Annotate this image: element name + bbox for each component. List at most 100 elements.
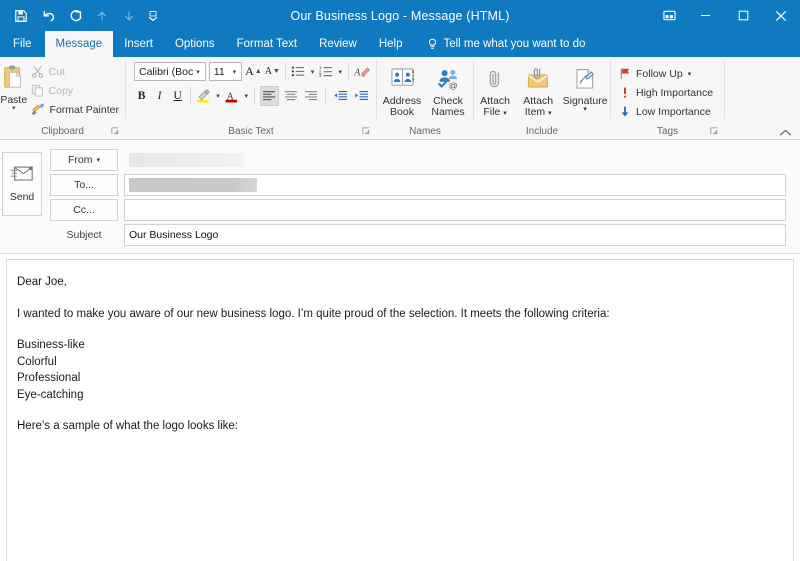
tab-file-label: File bbox=[13, 38, 32, 50]
to-input[interactable] bbox=[124, 174, 786, 196]
message-body[interactable]: Dear Joe, I wanted to make you aware of … bbox=[6, 259, 794, 561]
to-row: To... bbox=[44, 174, 786, 196]
bold-button[interactable]: B bbox=[134, 86, 149, 106]
text-highlight-color-button[interactable] bbox=[196, 86, 211, 106]
increase-indent-button[interactable] bbox=[352, 86, 370, 106]
chevron-down-icon[interactable]: ▾ bbox=[96, 156, 100, 164]
tab-file[interactable]: File bbox=[0, 31, 45, 57]
criteria-item: Colorful bbox=[17, 354, 781, 371]
address-book-button[interactable]: Address Book bbox=[380, 63, 424, 118]
customize-quick-access-toolbar-icon[interactable] bbox=[143, 4, 163, 28]
shrink-font-button[interactable]: A▼ bbox=[265, 62, 280, 82]
paste-caret[interactable]: ▾ bbox=[12, 106, 16, 112]
undo-icon[interactable] bbox=[35, 4, 61, 28]
signature-icon bbox=[573, 67, 597, 94]
collapse-ribbon-button[interactable] bbox=[779, 128, 792, 138]
align-left-button[interactable] bbox=[260, 86, 279, 106]
signature-button[interactable]: Signature ▾ bbox=[560, 63, 610, 113]
clear-formatting-button[interactable]: A bbox=[354, 62, 370, 82]
to-redacted-value bbox=[129, 178, 257, 192]
underline-button[interactable]: U bbox=[170, 86, 185, 106]
tell-me-search[interactable]: Tell me what you want to do bbox=[413, 31, 595, 57]
decrease-indent-button[interactable] bbox=[331, 86, 349, 106]
chevron-down-icon[interactable]: ▾ bbox=[193, 68, 203, 76]
clipboard-group-label: Clipboard bbox=[0, 124, 125, 139]
from-input[interactable] bbox=[124, 149, 786, 171]
minimize-icon[interactable] bbox=[686, 0, 724, 31]
arrow-up-icon[interactable] bbox=[89, 4, 115, 28]
numbering-button[interactable]: 123 bbox=[318, 62, 333, 82]
follow-up-button[interactable]: Follow Up ▾ bbox=[616, 64, 719, 83]
from-row: From ▾ bbox=[44, 149, 786, 171]
toolbar-divider bbox=[254, 87, 255, 104]
high-importance-button[interactable]: High Importance bbox=[616, 83, 719, 102]
follow-up-caret[interactable]: ▾ bbox=[688, 70, 692, 78]
font-name-value: Calibri (Boc bbox=[139, 66, 193, 78]
highlight-color-dropdown[interactable]: ▾ bbox=[214, 86, 221, 106]
paintbrush-icon bbox=[31, 103, 45, 116]
maximize-icon[interactable] bbox=[724, 0, 762, 31]
font-size-combobox[interactable]: 11 ▾ bbox=[209, 62, 242, 81]
bullets-button[interactable] bbox=[291, 62, 306, 82]
body-criteria-list: Business-like Colorful Professional Eye-… bbox=[17, 337, 781, 403]
to-button[interactable]: To... bbox=[50, 174, 118, 196]
toolbar-divider bbox=[285, 63, 286, 80]
to-label: To... bbox=[74, 179, 94, 191]
redo-icon[interactable] bbox=[62, 4, 88, 28]
font-color-button[interactable]: A bbox=[224, 86, 239, 106]
numbering-dropdown[interactable]: ▾ bbox=[336, 62, 343, 82]
from-button[interactable]: From ▾ bbox=[50, 149, 118, 171]
tab-message[interactable]: Message bbox=[45, 31, 114, 57]
tab-help[interactable]: Help bbox=[368, 31, 414, 57]
cut-label: Cut bbox=[49, 66, 65, 78]
bullets-dropdown[interactable]: ▾ bbox=[308, 62, 315, 82]
clipboard-dialog-launcher[interactable] bbox=[111, 127, 119, 135]
subject-input[interactable]: Our Business Logo bbox=[124, 224, 786, 246]
font-name-combobox[interactable]: Calibri (Boc ▾ bbox=[134, 62, 206, 81]
tab-review[interactable]: Review bbox=[308, 31, 368, 57]
check-names-button[interactable]: @ Check Names bbox=[426, 63, 470, 118]
basic-text-dialog-launcher[interactable] bbox=[362, 127, 370, 135]
low-importance-button[interactable]: Low Importance bbox=[616, 102, 719, 121]
arrow-down-icon[interactable] bbox=[116, 4, 142, 28]
font-color-dropdown[interactable]: ▾ bbox=[242, 86, 249, 106]
svg-text:@: @ bbox=[448, 81, 457, 91]
recipient-fields: From ▾ To... Cc... Subject bbox=[44, 149, 800, 246]
chevron-down-icon[interactable]: ▾ bbox=[230, 68, 240, 76]
save-icon[interactable] bbox=[8, 4, 34, 28]
tab-help-label: Help bbox=[379, 38, 403, 50]
tab-options[interactable]: Options bbox=[164, 31, 226, 57]
format-painter-label: Format Painter bbox=[50, 104, 119, 116]
check-names-icon: @ bbox=[436, 67, 461, 94]
names-group-label: Names bbox=[377, 124, 473, 139]
svg-text:A: A bbox=[354, 67, 361, 78]
cc-row: Cc... bbox=[44, 199, 786, 221]
tab-format-text[interactable]: Format Text bbox=[226, 31, 309, 57]
align-right-button[interactable] bbox=[303, 86, 321, 106]
criteria-item: Professional bbox=[17, 370, 781, 387]
align-center-button[interactable] bbox=[282, 86, 300, 106]
attach-file-button[interactable]: Attach File ▾ bbox=[474, 63, 516, 118]
italic-button[interactable]: I bbox=[152, 86, 167, 106]
ribbon-group-clipboard: Paste ▾ Cut Copy bbox=[0, 57, 125, 139]
paste-icon bbox=[1, 64, 27, 93]
exclamation-icon bbox=[619, 86, 631, 99]
format-painter-button[interactable]: Format Painter bbox=[28, 100, 125, 119]
close-icon[interactable] bbox=[762, 0, 800, 31]
copy-button[interactable]: Copy bbox=[28, 81, 125, 100]
paste-button[interactable]: Paste ▾ bbox=[0, 60, 28, 112]
attach-item-button[interactable]: Attach Item ▾ bbox=[517, 63, 559, 118]
cut-button[interactable]: Cut bbox=[28, 62, 125, 81]
send-button[interactable]: Send bbox=[2, 152, 42, 216]
basic-text-row-1: Calibri (Boc ▾ 11 ▾ A▲ A▼ ▾ bbox=[134, 61, 370, 82]
subject-label: Subject bbox=[50, 224, 118, 246]
shrink-font-label: A bbox=[265, 66, 272, 77]
tab-insert-label: Insert bbox=[124, 38, 153, 50]
tab-review-label: Review bbox=[319, 38, 357, 50]
tags-dialog-launcher[interactable] bbox=[710, 127, 718, 135]
tab-insert[interactable]: Insert bbox=[113, 31, 164, 57]
grow-font-button[interactable]: A▲ bbox=[245, 62, 262, 82]
ribbon-display-options-icon[interactable] bbox=[652, 0, 686, 31]
cc-input[interactable] bbox=[124, 199, 786, 221]
cc-button[interactable]: Cc... bbox=[50, 199, 118, 221]
